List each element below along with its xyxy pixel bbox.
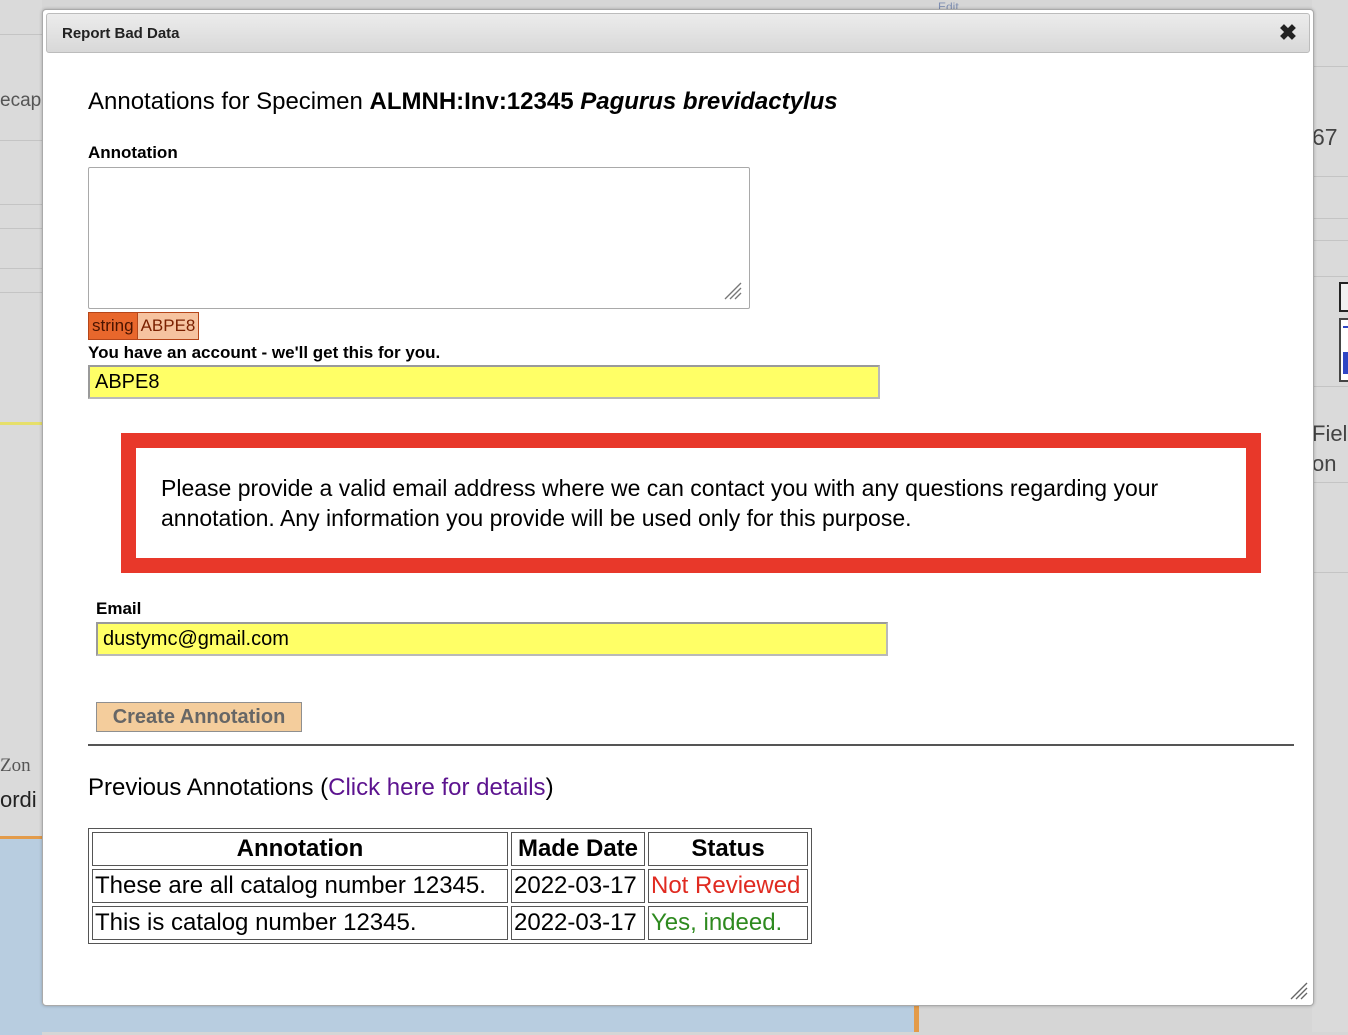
column-header-status: Status [648,832,808,866]
email-label: Email [96,599,142,618]
details-link[interactable]: Click here for details [328,774,545,801]
background-text-fragment: ecap [0,90,42,111]
table-row: These are all catalog number 12345. 2022… [92,869,808,903]
background-text-fragment: 67 [1312,124,1338,150]
catalog-number: ALMNH:Inv:12345 [369,88,574,115]
date-cell: 2022-03-17 [511,906,645,940]
background-orange-rule [914,1004,919,1032]
background-map-strip [42,1004,918,1032]
previous-close-paren: ) [545,774,554,801]
annotation-textarea[interactable] [88,167,750,309]
table-row: This is catalog number 12345. 2022-03-17… [92,906,808,940]
column-header-made-date: Made Date [511,832,645,866]
divider [88,744,1294,746]
background-link-fragment [1343,352,1348,374]
textarea-resize-handle-icon[interactable] [719,277,743,301]
status-cell: Yes, indeed. [648,906,808,940]
annotation-cell: This is catalog number 12345. [92,906,508,940]
column-header-annotation: Annotation [92,832,508,866]
background-yellow-rule [0,422,42,425]
date-cell: 2022-03-17 [511,869,645,903]
scientific-name: Pagurus brevidactylus [580,88,838,115]
background-table-cell [1339,282,1348,312]
annotation-cell: These are all catalog number 12345. [92,869,508,903]
create-annotation-button[interactable]: Create Annotation [96,702,302,732]
account-note: You have an account - we'll get this for… [88,343,441,362]
heading-prefix: Annotations for Specimen [88,88,363,115]
report-bad-data-dialog: Report Bad Data ✖ Annotations for Specim… [42,9,1314,1006]
background-right-panel [1312,0,1348,1032]
background-text-fragment: Fiel [1312,421,1348,446]
tag-type: string [89,313,138,339]
email-field[interactable] [96,622,888,656]
page-title: Annotations for Specimen ALMNH:Inv:12345… [88,88,838,116]
close-icon[interactable]: ✖ [1275,20,1301,46]
annotation-label: Annotation [88,143,178,162]
status-cell: Not Reviewed [648,869,808,903]
previous-annotations-table: Annotation Made Date Status These are al… [88,828,812,944]
background-link-fragment [1343,326,1348,328]
background-text-fragment: ordi [0,787,37,812]
dialog-resize-handle-icon[interactable] [1287,979,1309,1001]
previous-label: Previous Annotations ( [88,774,329,801]
email-notice-box: Please provide a valid email address whe… [121,433,1261,573]
background-text-fragment: Zon [0,755,31,776]
table-header-row: Annotation Made Date Status [92,832,808,866]
tag-value: ABPE8 [137,313,199,339]
email-notice-text: Please provide a valid email address whe… [161,475,1159,531]
username-tags: string ABPE8 [88,312,200,340]
dialog-titlebar[interactable]: Report Bad Data ✖ [46,13,1310,53]
previous-annotations-heading: Previous Annotations (Click here for det… [88,774,554,802]
username-input[interactable] [88,365,880,399]
dialog-title: Report Bad Data [62,25,180,42]
background-text-fragment: on [1312,451,1337,476]
background-map-area [0,836,42,1035]
